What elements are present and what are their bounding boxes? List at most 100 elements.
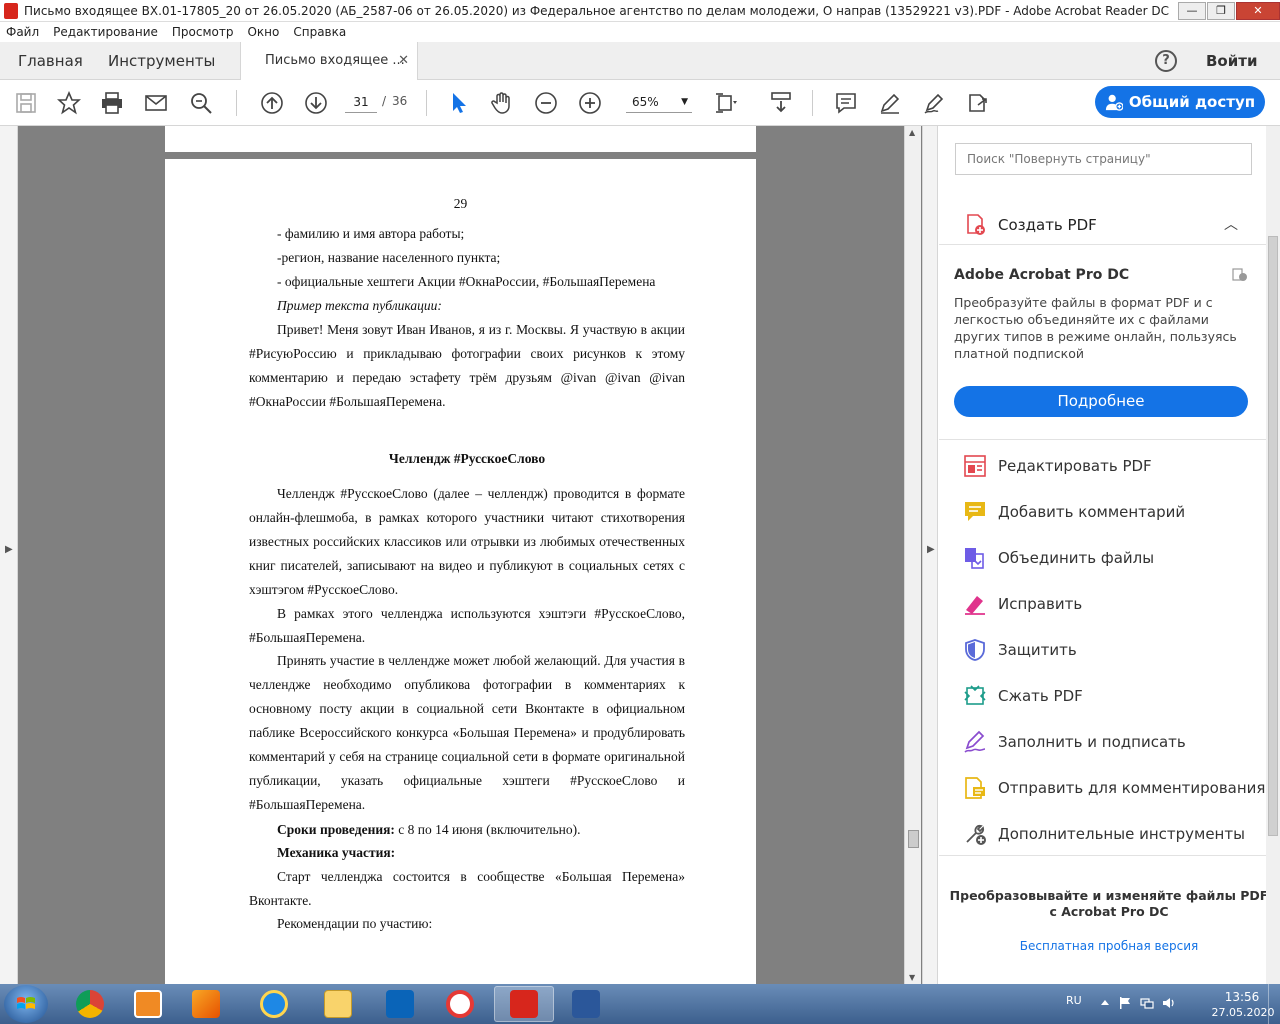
learn-more-button[interactable]: Подробнее bbox=[954, 386, 1248, 417]
signin-button[interactable]: Войти bbox=[1206, 42, 1257, 80]
tool-edit-pdf[interactable]: Редактировать PDF bbox=[939, 443, 1266, 489]
paragraph: В рамках этого челленджа используются хэ… bbox=[249, 606, 685, 645]
expand-left-icon[interactable]: ▶ bbox=[5, 544, 13, 555]
print-icon[interactable] bbox=[98, 89, 126, 117]
taskbar: RU 13:56 27.05.2020 bbox=[0, 984, 1280, 1024]
close-button[interactable]: ✕ bbox=[1236, 1, 1280, 20]
network-icon[interactable] bbox=[1140, 996, 1154, 1010]
search-icon[interactable] bbox=[187, 89, 215, 117]
scrollbar-thumb[interactable] bbox=[908, 830, 919, 848]
chevron-up-icon[interactable]: ︿ bbox=[1224, 214, 1238, 234]
page-fit-icon[interactable] bbox=[712, 89, 740, 117]
highlight-pen-icon[interactable] bbox=[876, 89, 904, 117]
paragraph: Челлендж #РусскоеСлово (далее – челлендж… bbox=[249, 486, 685, 597]
tool-send-for-comments[interactable]: Отправить для комментирования bbox=[939, 765, 1266, 811]
help-icon[interactable]: ? bbox=[1155, 50, 1177, 72]
comment-icon[interactable] bbox=[832, 89, 860, 117]
menu-view[interactable]: Просмотр bbox=[172, 25, 234, 39]
acrobat-icon bbox=[510, 990, 538, 1018]
zoom-in-icon[interactable] bbox=[576, 89, 604, 117]
send-comment-icon bbox=[965, 777, 985, 799]
create-pdf-item[interactable]: Создать PDF ︿ bbox=[939, 206, 1266, 244]
tab-home[interactable]: Главная bbox=[18, 42, 83, 80]
promo-footer: Преобразовывайте и изменяйте файлы PDF с… bbox=[939, 888, 1279, 920]
tool-label: Защитить bbox=[998, 641, 1077, 659]
email-icon[interactable] bbox=[142, 89, 170, 117]
menu-window[interactable]: Окно bbox=[247, 25, 279, 39]
taskbar-chrome[interactable] bbox=[60, 986, 120, 1022]
menu-file[interactable]: Файл bbox=[6, 25, 39, 39]
action-center-flag-icon[interactable] bbox=[1118, 996, 1132, 1010]
word-icon bbox=[572, 990, 600, 1018]
language-indicator[interactable]: RU bbox=[1066, 994, 1082, 1007]
taskbar-word[interactable] bbox=[556, 986, 616, 1022]
previous-page bbox=[165, 126, 756, 152]
tab-tools[interactable]: Инструменты bbox=[108, 42, 215, 80]
zoom-select[interactable]: 65% ▼ bbox=[626, 91, 692, 113]
tool-combine-files[interactable]: Объединить файлы bbox=[939, 535, 1266, 581]
tool-add-comment[interactable]: Добавить комментарий bbox=[939, 489, 1266, 535]
panel-scrollbar-thumb[interactable] bbox=[1268, 236, 1278, 836]
next-page-icon[interactable] bbox=[302, 89, 330, 117]
page-number-input[interactable]: 31 bbox=[345, 91, 377, 113]
scroll-up-icon[interactable]: ▲ bbox=[909, 128, 915, 137]
volume-icon[interactable] bbox=[1162, 996, 1176, 1010]
panel-scrollbar[interactable] bbox=[1266, 126, 1280, 984]
start-button[interactable] bbox=[4, 985, 48, 1023]
tool-more-tools[interactable]: Дополнительные инструменты bbox=[939, 811, 1266, 857]
tab-document[interactable]: Письмо входящее ... ✕ bbox=[240, 42, 418, 80]
tab-close-icon[interactable]: ✕ bbox=[398, 42, 409, 80]
create-pdf-icon bbox=[967, 214, 985, 235]
select-cursor-icon[interactable] bbox=[445, 89, 473, 117]
media-player-icon bbox=[134, 990, 162, 1018]
tool-redact[interactable]: Исправить bbox=[939, 581, 1266, 627]
outlook-icon bbox=[386, 990, 414, 1018]
sign-icon[interactable] bbox=[920, 89, 948, 117]
document-scrollbar[interactable]: ▲ ▼ bbox=[904, 126, 921, 984]
taskbar-ftp-client[interactable] bbox=[176, 986, 236, 1022]
collapse-panel-icon[interactable]: ▶ bbox=[927, 544, 935, 555]
tool-compress-pdf[interactable]: Сжать PDF bbox=[939, 673, 1266, 719]
more-tools-icon bbox=[966, 824, 986, 845]
text-line: - официальные хештеги Акции #ОкнаРоссии,… bbox=[277, 274, 656, 289]
show-desktop-button[interactable] bbox=[1268, 984, 1280, 1024]
menu-help[interactable]: Справка bbox=[293, 25, 346, 39]
promo-title: Adobe Acrobat Pro DC bbox=[954, 267, 1130, 283]
taskbar-file-explorer[interactable] bbox=[308, 986, 368, 1022]
menu-edit[interactable]: Редактирование bbox=[53, 25, 158, 39]
clock-time[interactable]: 13:56 bbox=[1212, 990, 1272, 1004]
bookmark-star-icon[interactable] bbox=[55, 89, 83, 117]
show-hidden-icons-icon[interactable] bbox=[1098, 996, 1112, 1010]
text-line: Пример текста публикации: bbox=[277, 298, 442, 313]
share-button[interactable]: Общий доступ bbox=[1095, 86, 1265, 118]
promo-footer-line: с Acrobat Pro DC bbox=[1049, 904, 1169, 919]
chevron-down-icon: ▼ bbox=[681, 97, 688, 107]
previous-page-icon[interactable] bbox=[258, 89, 286, 117]
hand-tool-icon[interactable] bbox=[488, 89, 516, 117]
tools-search-input[interactable]: Поиск "Повернуть страницу" bbox=[955, 143, 1252, 175]
share-link-icon[interactable] bbox=[964, 89, 992, 117]
windows-logo-icon bbox=[17, 997, 35, 1009]
tool-fill-sign[interactable]: Заполнить и подписать bbox=[939, 719, 1266, 765]
acrobat-app-icon bbox=[4, 2, 18, 19]
tool-protect[interactable]: Защитить bbox=[939, 627, 1266, 673]
taskbar-internet-explorer[interactable] bbox=[244, 986, 304, 1022]
panel-divider bbox=[939, 439, 1266, 440]
zoom-out-icon[interactable] bbox=[532, 89, 560, 117]
taskbar-yandex-browser[interactable] bbox=[430, 986, 490, 1022]
taskbar-acrobat[interactable] bbox=[494, 986, 554, 1022]
tool-label: Редактировать PDF bbox=[998, 457, 1152, 475]
taskbar-outlook[interactable] bbox=[370, 986, 430, 1022]
fill-sign-icon bbox=[964, 730, 986, 753]
save-icon[interactable] bbox=[12, 89, 40, 117]
maximize-button[interactable]: ❐ bbox=[1207, 1, 1235, 20]
scroll-down-icon[interactable]: ▼ bbox=[909, 973, 915, 982]
scrolling-mode-icon[interactable] bbox=[767, 89, 795, 117]
minimize-button[interactable]: — bbox=[1178, 1, 1206, 20]
page-separator: / bbox=[382, 94, 387, 108]
right-panel-splitter[interactable]: ▶ bbox=[922, 126, 938, 984]
free-trial-link[interactable]: Бесплатная пробная версия bbox=[939, 939, 1279, 953]
combine-files-icon bbox=[965, 548, 984, 569]
left-panel-toggle[interactable]: ▶ bbox=[0, 126, 18, 984]
taskbar-media-player[interactable] bbox=[118, 986, 178, 1022]
